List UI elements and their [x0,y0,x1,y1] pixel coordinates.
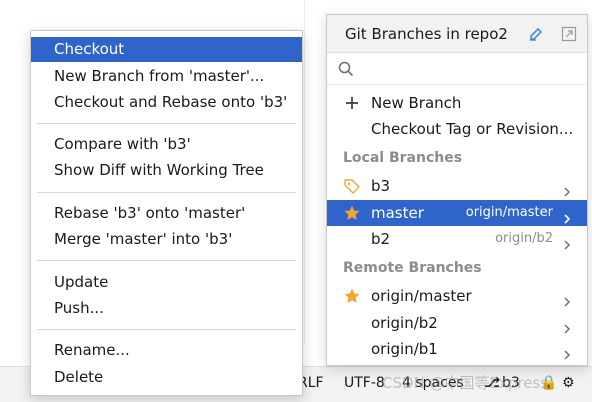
git-branches-popup: Git Branches in repo2 New Branch Checkou… [326,14,588,366]
menu-item-checkout[interactable]: Checkout [31,37,302,62]
git-branch-widget[interactable]: b3 [502,375,520,391]
menu-item-rebase[interactable]: Rebase 'b3' onto 'master' [31,201,302,226]
branch-search-field[interactable] [327,53,587,85]
chevron-right-icon[interactable] [561,207,573,224]
chevron-right-icon[interactable] [561,233,573,250]
action-label: New Branch [371,94,462,112]
action-checkout-tag[interactable]: Checkout Tag or Revision... [327,116,587,142]
branch-context-menu: Checkout New Branch from 'master'... Che… [30,30,303,396]
popup-header: Git Branches in repo2 [327,15,587,53]
remote-branches-heading: Remote Branches [343,260,482,276]
branch-row-b3[interactable]: b3 [327,173,587,199]
local-branches-heading: Local Branches [343,150,463,166]
chevron-right-icon[interactable] [561,180,573,197]
menu-item-new-branch[interactable]: New Branch from 'master'... [31,64,302,89]
tracking-branch: origin/master [465,205,553,220]
encoding-widget[interactable]: UTF-8 [344,375,385,391]
branch-name: origin/b2 [371,314,438,332]
branch-row-origin-b2[interactable]: origin/b2 [327,310,587,336]
inspector-icon[interactable]: ⚙ [562,375,575,391]
menu-item-delete[interactable]: Delete [31,365,302,390]
menu-item-rename[interactable]: Rename... [31,338,302,363]
menu-separator [37,192,296,193]
edit-pencil-icon[interactable] [527,25,545,43]
branch-name: master [371,204,424,222]
git-branch-icon: ⎇ [484,375,501,391]
branch-name: b3 [371,177,391,195]
branch-row-master[interactable]: master origin/master [327,200,587,226]
menu-item-checkout-rebase[interactable]: Checkout and Rebase onto 'b3' [31,90,302,115]
chevron-right-icon[interactable] [561,343,573,360]
menu-separator [37,260,296,261]
chevron-right-icon[interactable] [561,290,573,307]
popup-title: Git Branches in repo2 [345,25,508,43]
editor-divider [304,0,305,344]
branch-name: origin/master [371,287,472,305]
plus-icon [343,94,361,112]
star-icon [343,204,361,222]
menu-item-push[interactable]: Push... [31,296,302,321]
chevron-right-icon[interactable] [561,317,573,334]
search-icon [337,60,355,78]
action-new-branch[interactable]: New Branch [327,90,587,116]
branch-row-b2[interactable]: b2 origin/b2 [327,226,587,252]
tag-icon [343,177,361,195]
menu-item-show-diff[interactable]: Show Diff with Working Tree [31,158,302,183]
branch-row-origin-b1[interactable]: origin/b1 [327,336,587,362]
menu-item-update[interactable]: Update [31,270,302,295]
menu-item-compare[interactable]: Compare with 'b3' [31,132,302,157]
indent-widget[interactable]: 4 spaces [402,375,464,391]
branch-row-origin-master[interactable]: origin/master [327,283,587,309]
menu-item-merge[interactable]: Merge 'master' into 'b3' [31,227,302,252]
action-label: Checkout Tag or Revision... [371,120,574,138]
expand-popup-icon[interactable] [560,25,578,43]
lock-icon[interactable]: 🔒 [540,375,557,391]
menu-separator [37,123,296,124]
tracking-branch: origin/b2 [495,231,553,246]
branch-name: b2 [371,230,391,248]
branch-name: origin/b1 [371,340,438,358]
star-icon [343,287,361,305]
menu-separator [37,329,296,330]
